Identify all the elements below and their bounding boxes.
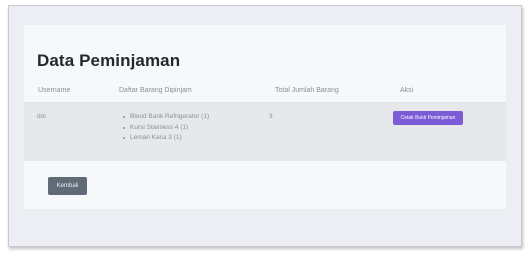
- back-button[interactable]: Kembali: [48, 177, 87, 195]
- column-header-items: Daftar Barang Dipinjam: [119, 87, 192, 94]
- column-header-total: Total Jumlah Barang: [275, 87, 339, 94]
- print-receipt-button[interactable]: Cetak Bukti Peminjaman: [393, 111, 463, 125]
- page-title: Data Peminjaman: [37, 51, 181, 70]
- column-header-username: Username: [38, 87, 71, 94]
- item-list: Blood Bank Refrigerator (1) Kursi Stainl…: [122, 112, 209, 144]
- content-card: Data Peminjaman Username Daftar Barang D…: [24, 25, 506, 209]
- table-row: dol Blood Bank Refrigerator (1) Kursi St…: [24, 102, 506, 161]
- total-cell: 3: [269, 113, 273, 120]
- list-item: Lemari Kaca 3 (1): [122, 133, 209, 144]
- app-window: Data Peminjaman Username Daftar Barang D…: [8, 5, 522, 247]
- column-header-action: Aksi: [400, 87, 414, 94]
- username-cell: dol: [37, 113, 46, 120]
- list-item: Kursi Stainless 4 (1): [122, 123, 209, 134]
- list-item: Blood Bank Refrigerator (1): [122, 112, 209, 123]
